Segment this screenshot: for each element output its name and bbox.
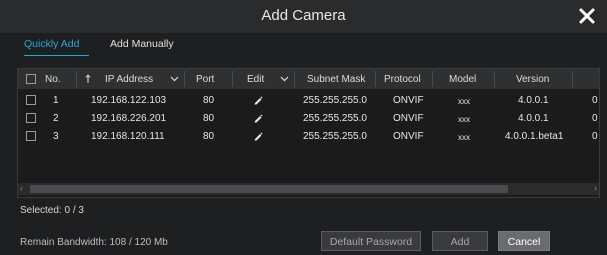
table-header: No. IP Address Port Edit Subnet Mask Pro… xyxy=(18,69,599,89)
scrollbar-thumb[interactable] xyxy=(30,185,508,193)
row-subnet-mask: 255.255.255.0 xyxy=(303,113,367,124)
selected-count: Selected: 0 / 3 xyxy=(20,205,84,216)
column-divider xyxy=(294,71,295,87)
row-version: 4.0.0.1.beta1 xyxy=(505,131,564,142)
row-overflow: 0 xyxy=(592,131,598,142)
row-port: 80 xyxy=(203,113,215,124)
row-no: 1 xyxy=(53,95,59,106)
column-header-model[interactable]: Model xyxy=(449,74,476,85)
row-version: 4.0.0.1 xyxy=(518,113,549,124)
row-model: xxx xyxy=(458,115,470,124)
column-header-no[interactable]: No. xyxy=(45,74,61,85)
dialog-titlebar: Add Camera xyxy=(0,0,607,33)
column-header-subnet-mask[interactable]: Subnet Mask xyxy=(307,74,365,85)
row-ip-address: 192.168.122.103 xyxy=(91,95,167,106)
column-header-version[interactable]: Version xyxy=(516,74,549,85)
row-no: 3 xyxy=(53,131,59,142)
column-divider xyxy=(494,71,495,87)
row-checkbox[interactable] xyxy=(26,95,36,105)
sort-arrow-icon[interactable] xyxy=(85,74,91,84)
remaining-bandwidth: Remain Bandwidth: 108 / 120 Mb xyxy=(20,237,168,248)
column-divider xyxy=(432,71,433,87)
table-row[interactable]: 2 192.168.226.201 80 255.255.255.0 ONVIF… xyxy=(18,109,599,127)
row-version: 4.0.0.1 xyxy=(518,95,549,106)
row-port: 80 xyxy=(203,95,215,106)
row-no: 2 xyxy=(53,113,59,124)
tab-quickly-add[interactable]: Quickly Add xyxy=(24,38,79,50)
column-header-port[interactable]: Port xyxy=(196,74,214,85)
column-divider xyxy=(375,71,376,87)
column-header-protocol[interactable]: Protocol xyxy=(384,74,421,85)
dialog-title: Add Camera xyxy=(261,7,346,24)
column-divider xyxy=(184,71,185,87)
row-model: xxx xyxy=(458,97,470,106)
row-subnet-mask: 255.255.255.0 xyxy=(303,131,367,142)
chevron-down-icon[interactable] xyxy=(280,76,289,82)
pencil-icon[interactable] xyxy=(253,113,263,123)
column-divider xyxy=(232,71,233,87)
select-all-checkbox[interactable] xyxy=(26,74,36,84)
horizontal-scrollbar[interactable]: ‹ › xyxy=(18,183,599,195)
chevron-down-icon[interactable] xyxy=(170,76,179,82)
scroll-right-icon[interactable]: › xyxy=(594,183,597,193)
row-checkbox[interactable] xyxy=(26,131,36,141)
active-tab-indicator xyxy=(24,55,89,56)
column-divider xyxy=(572,71,573,87)
row-port: 80 xyxy=(203,131,215,142)
row-model: xxx xyxy=(458,133,470,142)
tab-add-manually[interactable]: Add Manually xyxy=(110,38,174,50)
row-protocol: ONVIF xyxy=(393,131,424,142)
table-row[interactable]: 1 192.168.122.103 80 255.255.255.0 ONVIF… xyxy=(18,91,599,109)
row-protocol: ONVIF xyxy=(393,113,424,124)
table-row[interactable]: 3 192.168.120.111 80 255.255.255.0 ONVIF… xyxy=(18,127,599,145)
row-overflow: 0 xyxy=(592,95,598,106)
cancel-button[interactable]: Cancel xyxy=(498,231,550,251)
column-header-edit[interactable]: Edit xyxy=(247,74,264,85)
row-overflow: 0 xyxy=(592,113,598,124)
camera-table: No. IP Address Port Edit Subnet Mask Pro… xyxy=(17,68,600,198)
add-button[interactable]: Add xyxy=(432,231,488,251)
pencil-icon[interactable] xyxy=(253,131,263,141)
column-header-ip-address[interactable]: IP Address xyxy=(105,74,153,85)
scroll-left-icon[interactable]: ‹ xyxy=(20,183,23,193)
row-subnet-mask: 255.255.255.0 xyxy=(303,95,367,106)
pencil-icon[interactable] xyxy=(253,95,263,105)
default-password-button[interactable]: Default Password xyxy=(321,231,421,251)
column-divider xyxy=(76,71,77,87)
row-protocol: ONVIF xyxy=(393,95,424,106)
row-ip-address: 192.168.226.201 xyxy=(91,113,167,124)
close-icon[interactable] xyxy=(577,6,597,26)
row-checkbox[interactable] xyxy=(26,113,36,123)
row-ip-address: 192.168.120.111 xyxy=(91,131,165,142)
